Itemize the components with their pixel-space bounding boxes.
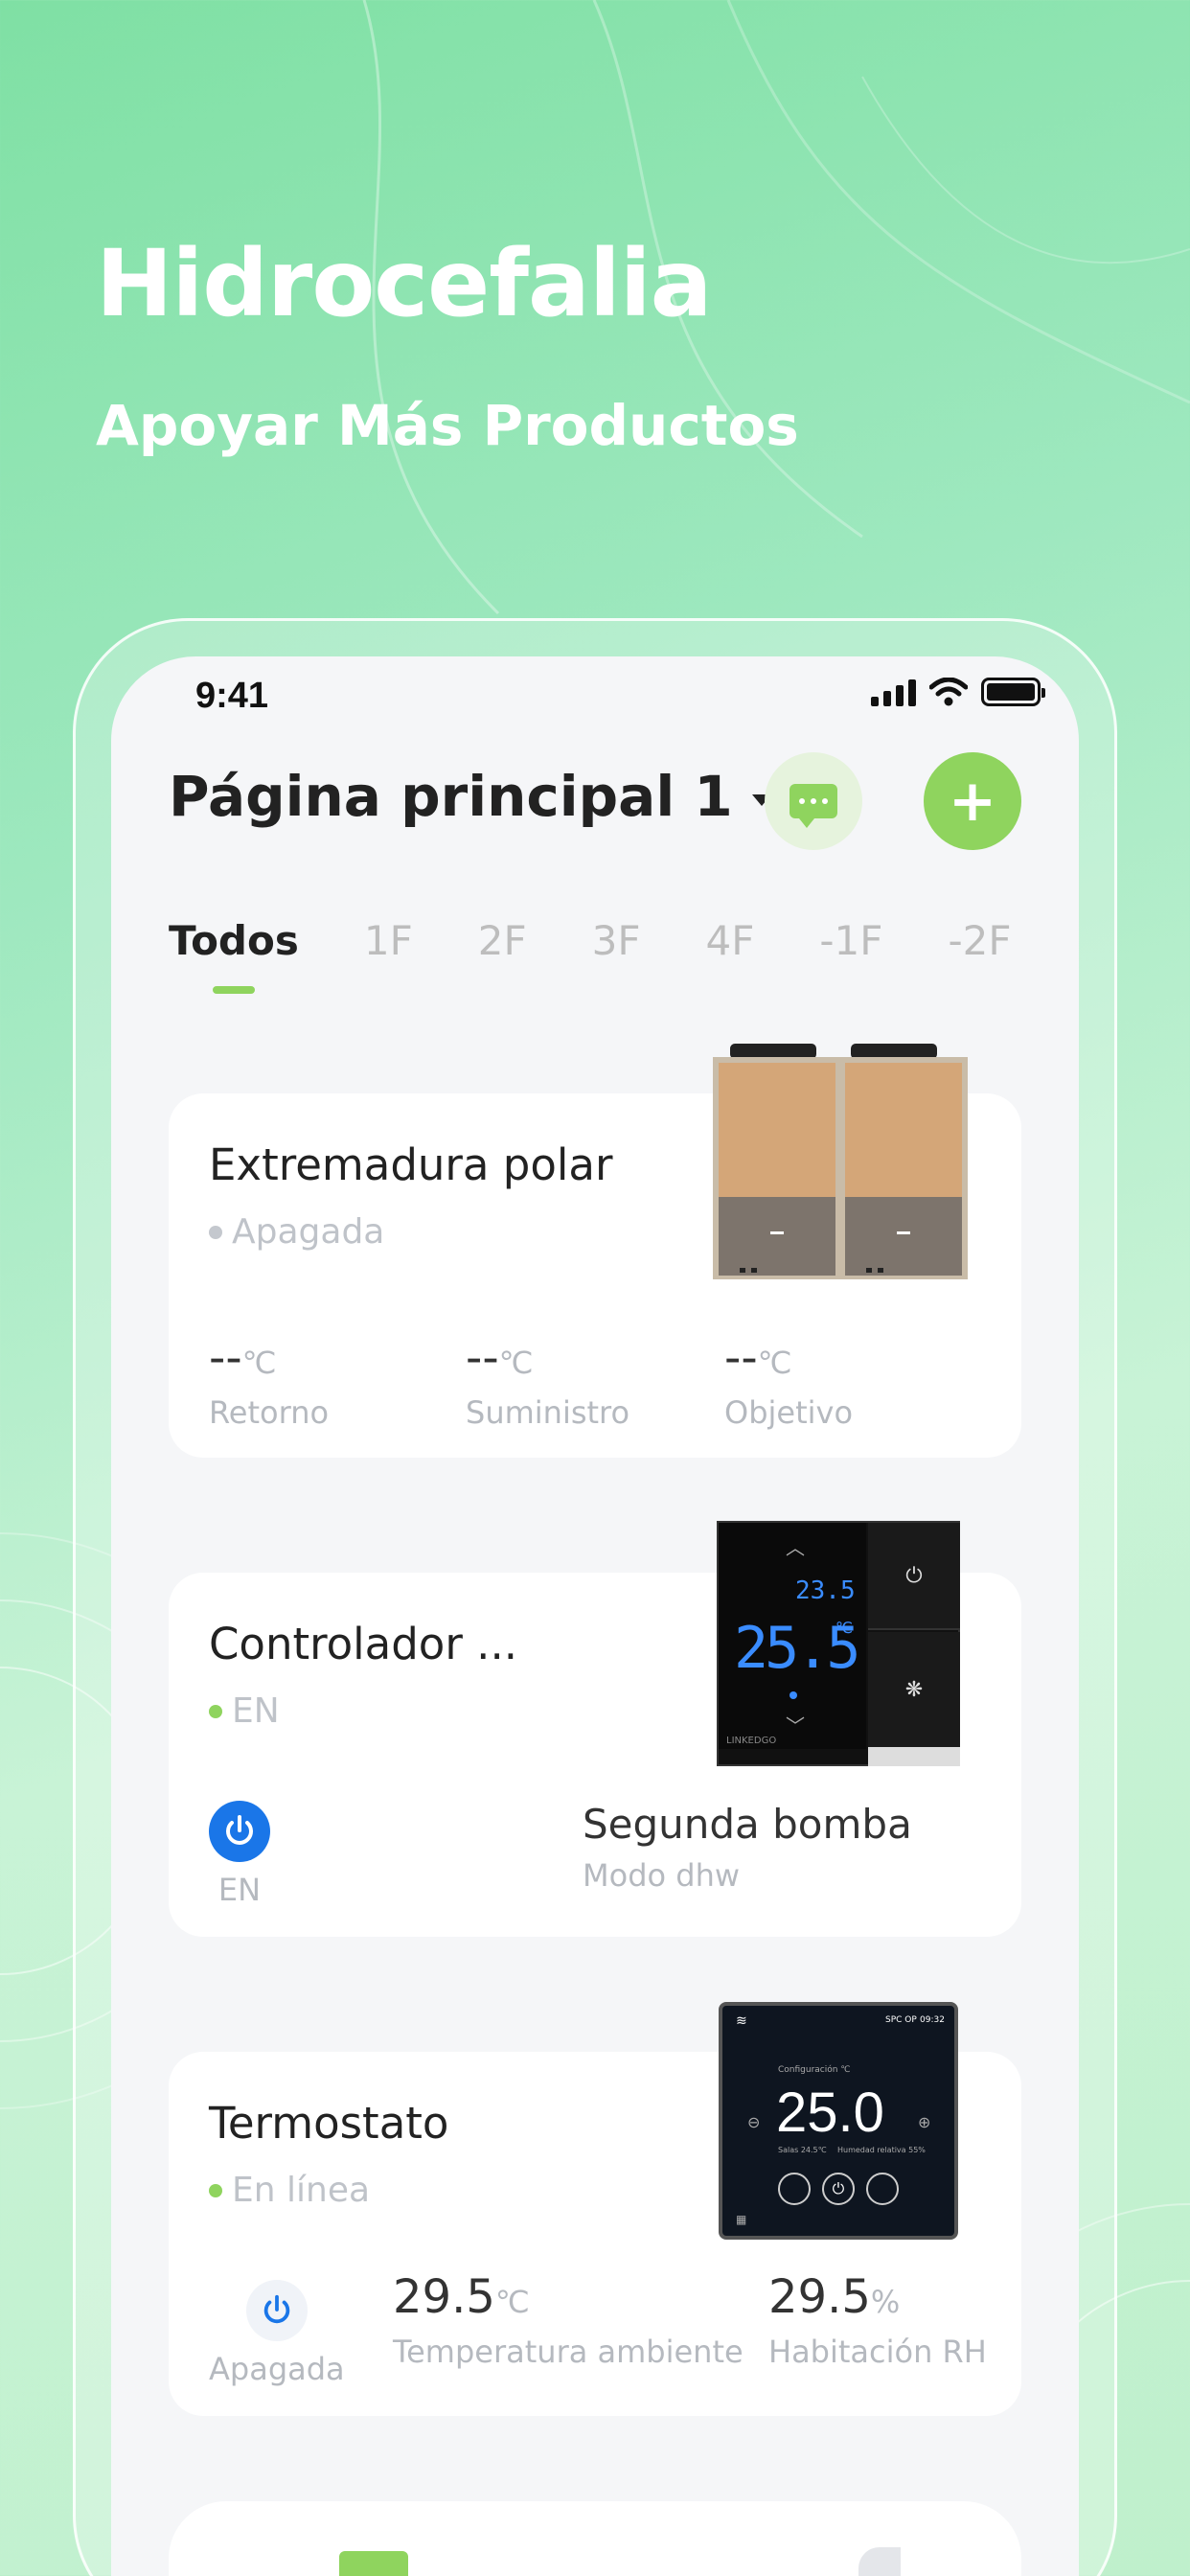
metric-label: Objetivo [724,1394,854,1431]
nav-profile-icon[interactable] [858,2547,901,2576]
panel-unit: ℃ [835,1619,853,1637]
hero-subtitle: Apoyar Más Productos [96,393,799,458]
screen-time: 09:32 [920,2015,945,2025]
device-name: Termostato [209,2098,449,2149]
battery-icon [981,678,1045,706]
status-text: Apagada [232,1212,385,1252]
mode-label: Modo dhw [583,1857,741,1894]
metric-return: --℃ Retorno [209,1331,329,1431]
metric-unit: ℃ [757,1345,792,1381]
power-button[interactable] [209,1801,270,1862]
status-text: EN [232,1691,280,1731]
metric-value: 29.5 [768,2270,871,2324]
panel-set-temp: 23.5 [795,1576,856,1605]
bottom-nav [169,2501,1021,2576]
minus-icon: ⊖ [747,2113,761,2131]
status-dot [209,1225,222,1239]
screen-mode: SPC OP [885,2015,917,2025]
mode-value: Segunda bomba [583,1801,912,1848]
mode-display: Segunda bomba Modo dhw [583,1801,912,1894]
panel-indicator [790,1691,797,1699]
device-status: Apagada [209,1212,384,1252]
tab-todos[interactable]: Todos [169,917,299,994]
heat-pump-image [713,1044,968,1279]
panel-base [868,1747,960,1766]
metric-room-rh: 29.5% Habitación RH [768,2270,987,2370]
panel-fan-icon: ❋ [868,1632,960,1747]
metric-unit: ℃ [498,1345,534,1381]
grid-icon: ▦ [736,2213,747,2226]
floor-tabs: Todos 1F 2F 3F 4F -1F -2F [169,917,1077,994]
add-device-button[interactable]: + [924,752,1021,850]
device-name: Extremadura polar [209,1139,613,1190]
metric-value: 29.5 [393,2270,495,2324]
hero-title: Hidrocefalia [96,230,712,337]
metric-label: Suministro [466,1394,630,1431]
power-control: Apagada [209,2280,345,2387]
tab-3f[interactable]: 3F [592,917,641,964]
screen-temp: 25.0 [776,2082,884,2144]
power-icon [226,1815,253,1845]
plus-icon: + [948,768,997,835]
page-title: Página principal 1 [169,764,733,829]
signal-icon [871,678,916,706]
metric-unit: % [870,2284,901,2320]
device-status: EN [209,1691,280,1731]
device-status: En línea [209,2171,370,2210]
nav-home-icon[interactable] [339,2551,408,2576]
screen-sub-right: Humedad relativa 55% [837,2146,926,2154]
chevron-up-icon: ︿ [786,1536,805,1559]
metric-target: --℃ Objetivo [724,1331,853,1431]
metric-value: -- [209,1331,242,1385]
metric-unit: ℃ [494,2284,530,2320]
controller-panel-image: ︿ 23.5 25.5 ℃ ﹀ LINKEDGO ⏻ ❋ [717,1521,960,1766]
mode-icon [866,2173,899,2205]
panel-screen: ︿ 23.5 25.5 ℃ ﹀ LINKEDGO [719,1523,866,1749]
metric-label: Temperatura ambiente [393,2334,744,2370]
device-name: Controlador ... [209,1619,518,1669]
messages-button[interactable] [765,752,862,850]
screen-sub-left: Salas 24.5℃ [778,2146,827,2154]
status-time: 9:41 [195,676,269,716]
power-label: Apagada [209,2351,345,2387]
tab-minus-2f[interactable]: -2F [948,917,1011,964]
panel-power-icon: ⏻ [868,1523,960,1630]
status-dot [209,1704,222,1718]
metric-value: -- [466,1331,499,1385]
plus-icon: ⊕ [918,2113,931,2131]
metric-value: -- [724,1331,758,1385]
metric-supply: --℃ Suministro [466,1331,629,1431]
screen-caption: Configuración ℃ [778,2065,851,2075]
home-selector[interactable]: Página principal 1 [169,764,771,829]
metric-label: Retorno [209,1394,330,1431]
status-icons [871,678,1045,706]
status-text: En línea [232,2171,371,2210]
chevron-down-icon: ﹀ [786,1714,805,1737]
metric-label: Habitación RH [768,2334,987,2370]
power-button[interactable] [245,2280,308,2341]
tab-2f[interactable]: 2F [478,917,527,964]
phone-screen: 9:41 Página principal 1 + Todos 1F 2F 3F… [111,656,1079,2576]
fan-icon [778,2173,811,2205]
power-label: EN [217,1872,262,1908]
tab-minus-1f[interactable]: -1F [819,917,882,964]
power-icon [263,2294,290,2324]
thermostat-image: ≋ SPC OP 09:32 Configuración ℃ 25.0 ⊖ ⊕ … [719,2002,958,2240]
chat-icon [790,784,837,828]
power-icon: ⏻ [822,2173,855,2205]
status-bar: 9:41 [111,656,1079,743]
power-control: EN [209,1801,270,1908]
wifi-icon: ≋ [736,2013,747,2029]
metric-room-temp: 29.5℃ Temperatura ambiente [393,2270,744,2370]
metric-unit: ℃ [241,1345,277,1381]
tab-4f[interactable]: 4F [706,917,755,964]
panel-brand: LINKEDGO [726,1736,777,1746]
wifi-icon [929,678,968,706]
tab-1f[interactable]: 1F [364,917,413,964]
status-dot [209,2183,222,2197]
